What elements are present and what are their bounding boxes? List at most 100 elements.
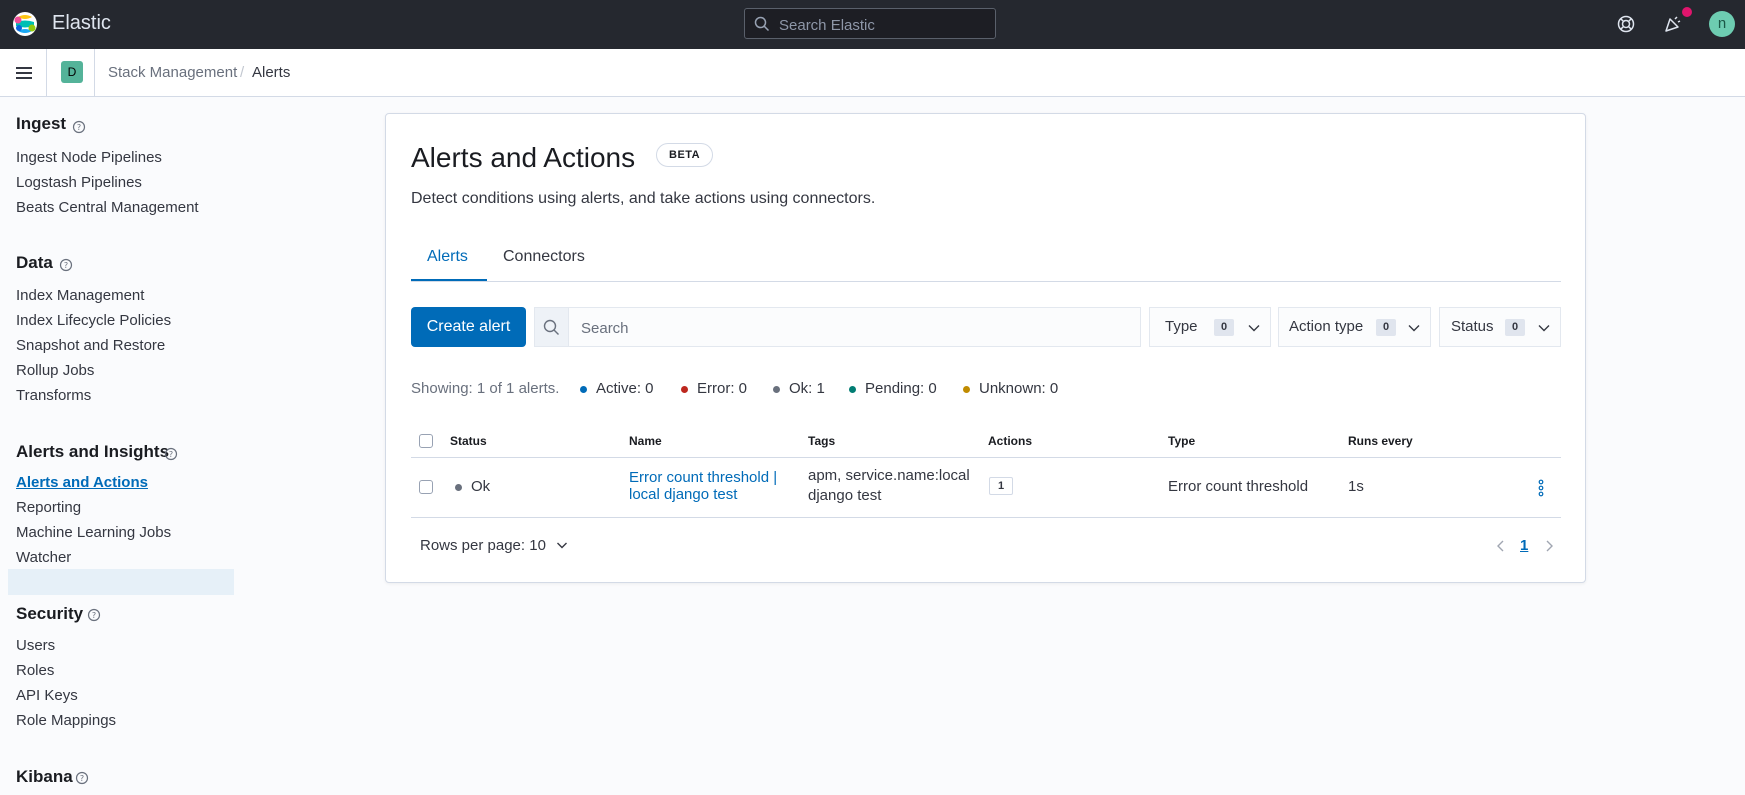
sidebar-section-kibana: Kibana [16,767,73,786]
help-icon[interactable]: ? [72,120,86,134]
breadcrumb-bar: D Stack Management / Alerts [0,49,1745,97]
sidebar-section-ingest: Ingest [16,114,67,133]
stat-unknown: Unknown: 0 [979,380,1059,397]
sidebar-section-data: Data [16,253,53,272]
column-header-tags: Tags [808,434,836,448]
sidebar-item-snapshot-and-restore[interactable]: Snapshot and Restore [16,337,165,354]
page-description: Detect conditions using alerts, and take… [411,190,876,207]
svg-text:?: ? [80,774,84,783]
column-header-status[interactable]: Status [450,434,487,448]
row-actions-menu-icon[interactable] [1535,478,1547,498]
svg-text:?: ? [169,450,173,459]
unknown-status-dot [963,386,970,393]
breadcrumb-stack-management[interactable]: Stack Management [108,64,237,81]
row-tags: apm, service.name:local django test [808,466,970,506]
filter-count-badge: 0 [1376,319,1396,336]
divider [94,49,95,96]
svg-text:?: ? [64,261,68,270]
status-filter-button[interactable]: Status 0 [1439,307,1561,347]
column-header-type[interactable]: Type [1168,434,1195,448]
active-tab-indicator [411,279,487,281]
page-number-1[interactable]: 1 [1520,537,1528,554]
row-status: Ok [471,478,491,495]
table-header-divider [411,457,1561,458]
sidebar-item-rollup-jobs[interactable]: Rollup Jobs [16,362,94,379]
sidebar-item-role-mappings[interactable]: Role Mappings [16,712,116,729]
filter-label: Action type [1289,318,1364,335]
sidebar-item-alerts-and-actions[interactable]: Alerts and Actions [16,474,148,491]
sidebar-item-logstash-pipelines[interactable]: Logstash Pipelines [16,174,142,191]
next-page-icon[interactable] [1542,539,1556,553]
sidebar-item-machine-learning-jobs[interactable]: Machine Learning Jobs [16,524,171,541]
sidebar-item-transforms[interactable]: Transforms [16,387,91,404]
tab-alerts[interactable]: Alerts [427,248,468,282]
previous-page-icon[interactable] [1494,539,1508,553]
sidebar-item-roles[interactable]: Roles [16,662,54,679]
active-item-highlight [8,569,234,595]
alerts-search-input[interactable] [579,316,1133,340]
select-all-checkbox[interactable] [419,434,433,448]
alert-name-link[interactable]: Error count threshold | local django tes… [629,469,779,503]
row-checkbox[interactable] [419,480,433,494]
sidebar-item-ingest-node-pipelines[interactable]: Ingest Node Pipelines [16,149,162,166]
help-menu-icon[interactable] [1616,14,1636,34]
sidebar-section-security: Security [16,604,84,623]
global-search-input[interactable] [777,13,991,37]
global-header: Elastic n [0,0,1745,49]
row-tags-line1: apm, service.name:local [808,467,970,484]
help-icon[interactable]: ? [59,258,73,272]
global-search[interactable] [744,8,996,39]
stat-active: Active: 0 [596,380,654,397]
type-filter-button[interactable]: Type 0 [1149,307,1271,347]
sidebar-item-users[interactable]: Users [16,637,55,654]
column-header-actions: Actions [988,434,1033,448]
alerts-summary: Showing: 1 of 1 alerts. [411,380,560,397]
sidebar-section-alerts-and-insights: Alerts and Insights [16,442,170,461]
sidebar-item-beats-central-management[interactable]: Beats Central Management [16,199,199,216]
column-header-name[interactable]: Name [629,434,662,448]
error-status-dot [681,386,688,393]
column-header-runs-every[interactable]: Runs every [1348,434,1413,448]
tab-connectors[interactable]: Connectors [503,248,585,282]
beta-badge: BETA [656,143,714,167]
divider [46,49,47,96]
filter-label: Status [1451,318,1494,335]
elastic-logo-icon[interactable] [12,11,38,37]
row-actions-count: 1 [989,477,1013,495]
alerts-search[interactable] [534,307,1141,347]
news-feed-icon[interactable] [1663,14,1683,34]
search-icon [754,16,770,32]
sidebar-item-api-keys[interactable]: API Keys [16,687,78,704]
menu-hamburger-icon[interactable] [14,63,34,83]
svg-text:?: ? [77,123,81,132]
chevron-down-icon [1538,325,1550,332]
alert-name-line1[interactable]: Error count threshold | [629,469,777,486]
row-tags-line2: django test [808,487,882,504]
ok-status-dot [773,386,780,393]
active-status-dot [580,386,587,393]
help-icon[interactable]: ? [87,608,101,622]
stat-pending: Pending: 0 [865,380,937,397]
create-alert-button[interactable]: Create alert [411,307,526,347]
help-icon[interactable]: ? [75,771,89,785]
filter-count-badge: 0 [1214,319,1234,336]
space-avatar[interactable]: D [61,61,83,83]
alert-name-line2[interactable]: local django test [629,486,737,503]
sidebar-item-index-management[interactable]: Index Management [16,287,144,304]
stat-ok: Ok: 1 [789,380,825,397]
filter-label: Type [1165,318,1198,335]
chevron-down-icon [1248,325,1260,332]
help-icon[interactable]: ? [164,447,178,461]
sidebar-item-watcher[interactable]: Watcher [16,549,71,566]
action-type-filter-button[interactable]: Action type 0 [1278,307,1431,347]
sidebar-item-index-lifecycle-policies[interactable]: Index Lifecycle Policies [16,312,171,329]
notification-dot [1682,7,1692,17]
sidebar-item-reporting[interactable]: Reporting [16,499,81,516]
row-runs-every: 1s [1348,478,1364,495]
brand-name: Elastic [52,12,111,34]
alerts-panel [385,113,1586,583]
rows-per-page-button[interactable]: Rows per page: 10 [420,537,568,554]
stat-error: Error: 0 [697,380,748,397]
user-avatar[interactable]: n [1709,11,1735,37]
breadcrumb-alerts: Alerts [252,64,291,81]
